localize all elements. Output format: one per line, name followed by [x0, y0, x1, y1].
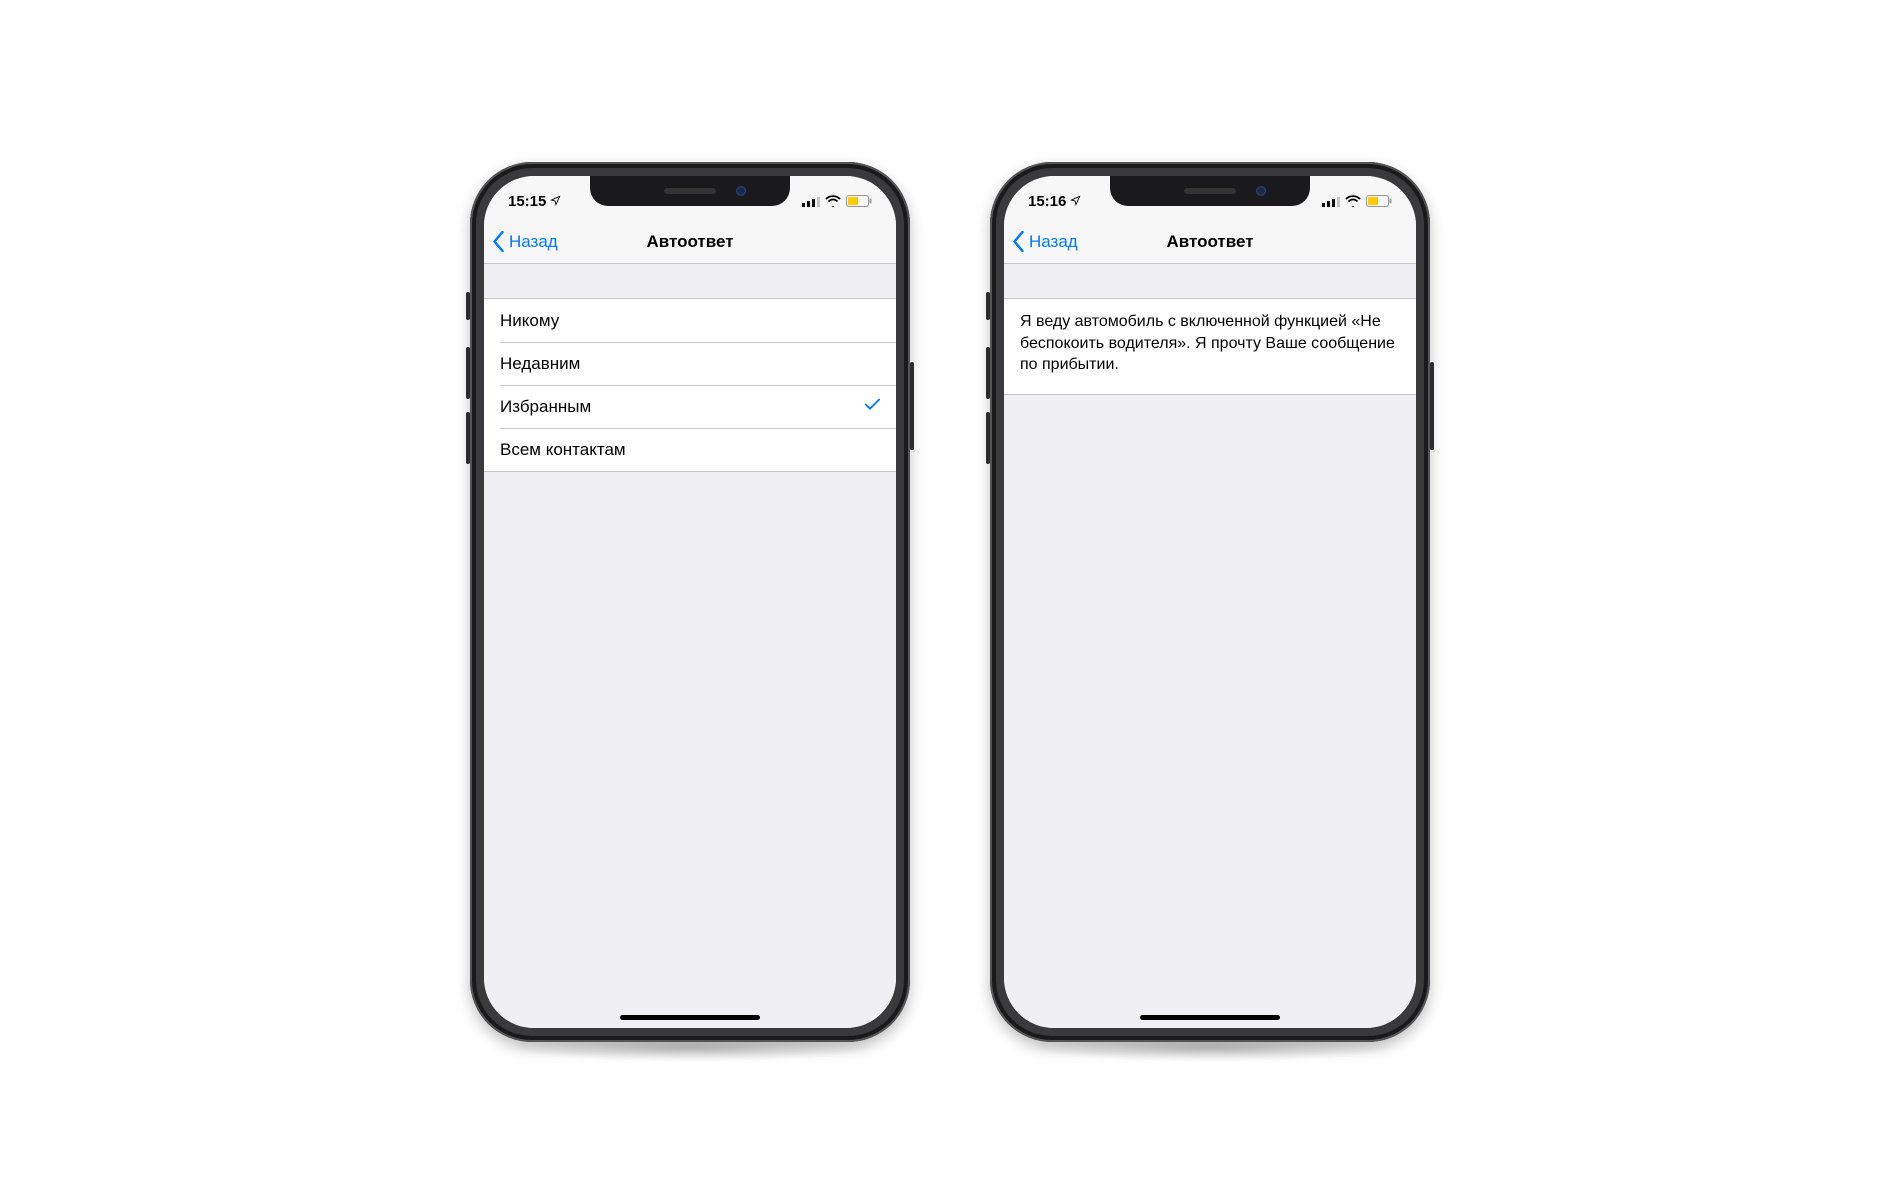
content-area: Никому Недавним Избранным Всем контактам [484, 264, 896, 1028]
status-time: 15:15 [508, 193, 546, 210]
page-title: Автоответ [1166, 232, 1253, 252]
device-frame-right: 15:16 Назад Авт [990, 162, 1430, 1042]
silence-switch [466, 292, 470, 320]
notch [590, 176, 790, 206]
cellular-signal-icon [802, 196, 820, 207]
volume-down-button [466, 412, 470, 464]
home-indicator[interactable] [1140, 1015, 1280, 1020]
frame-shadow [1020, 1034, 1400, 1062]
volume-down-button [986, 412, 990, 464]
option-label: Всем контактам [500, 440, 626, 460]
screen-left: 15:15 Назад Авт [484, 176, 896, 1028]
power-button [1430, 362, 1434, 450]
wifi-icon [825, 195, 841, 207]
option-label: Недавним [500, 354, 580, 374]
silence-switch [986, 292, 990, 320]
auto-reply-text: Я веду автомобиль с включенной функцией … [1020, 313, 1395, 373]
battery-icon [846, 195, 872, 207]
nav-bar: Назад Автоответ [484, 220, 896, 264]
speaker-grill [1184, 188, 1236, 194]
wifi-icon [1345, 195, 1361, 207]
front-camera [736, 186, 746, 196]
speaker-grill [664, 188, 716, 194]
cellular-signal-icon [1322, 196, 1340, 207]
back-button[interactable]: Назад [1012, 231, 1078, 252]
notch [1110, 176, 1310, 206]
auto-reply-text-field[interactable]: Я веду автомобиль с включенной функцией … [1004, 298, 1416, 395]
content-area: Я веду автомобиль с включенной функцией … [1004, 264, 1416, 1028]
back-label: Назад [509, 232, 558, 252]
status-time: 15:16 [1028, 193, 1066, 210]
option-row-recents[interactable]: Недавним [484, 342, 896, 385]
option-row-favorites[interactable]: Избранным [484, 385, 896, 428]
device-frame-left: 15:15 Назад Авт [470, 162, 910, 1042]
power-button [910, 362, 914, 450]
page-title: Автоответ [646, 232, 733, 252]
battery-icon [1366, 195, 1392, 207]
option-label: Избранным [500, 397, 591, 417]
option-row-all-contacts[interactable]: Всем контактам [484, 428, 896, 471]
chevron-left-icon [1012, 231, 1025, 252]
nav-bar: Назад Автоответ [1004, 220, 1416, 264]
checkmark-icon [865, 397, 880, 417]
volume-up-button [466, 347, 470, 399]
frame-shadow [500, 1034, 880, 1062]
back-button[interactable]: Назад [492, 231, 558, 252]
screen-right: 15:16 Назад Авт [1004, 176, 1416, 1028]
front-camera [1256, 186, 1266, 196]
home-indicator[interactable] [620, 1015, 760, 1020]
volume-up-button [986, 347, 990, 399]
option-row-nobody[interactable]: Никому [484, 299, 896, 342]
option-label: Никому [500, 311, 559, 331]
options-group: Никому Недавним Избранным Всем контактам [484, 298, 896, 472]
location-icon [1070, 193, 1081, 210]
back-label: Назад [1029, 232, 1078, 252]
location-icon [550, 193, 561, 210]
chevron-left-icon [492, 231, 505, 252]
